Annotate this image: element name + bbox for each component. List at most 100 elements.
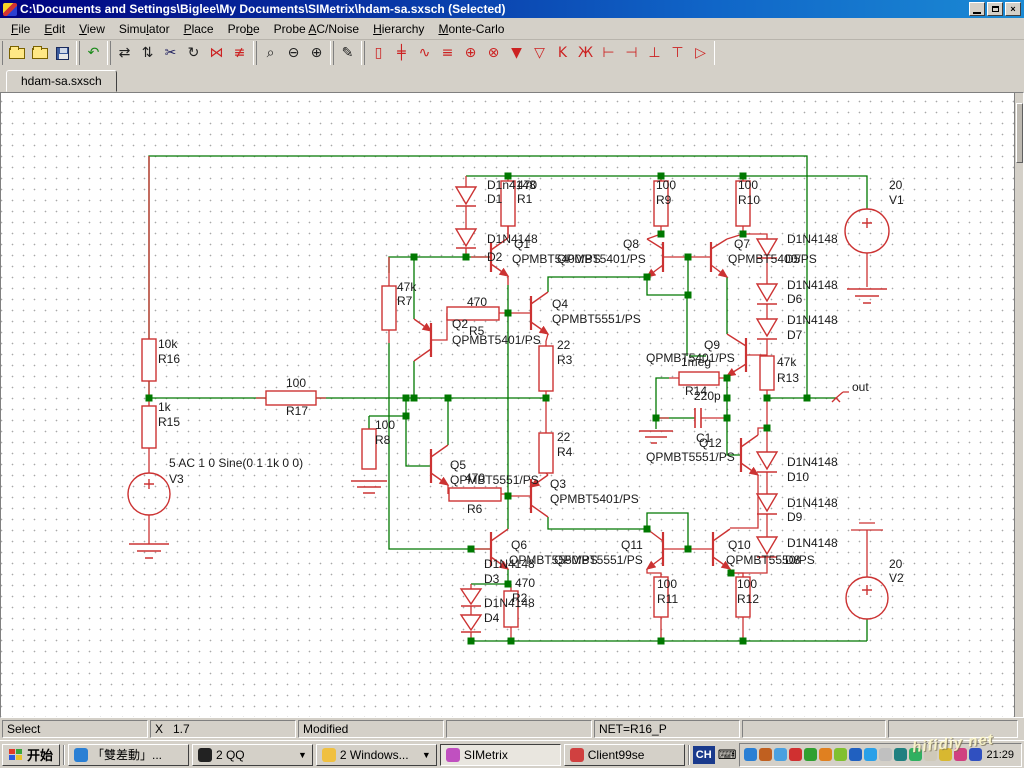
transistor-Q11[interactable]: [645, 528, 665, 570]
transistor-Q12[interactable]: [739, 434, 760, 476]
menu-hierarchy[interactable]: Hierarchy: [366, 20, 431, 38]
menu-probe-ac-noise[interactable]: Probe AC/Noise: [267, 20, 366, 38]
flip-vertical-icon[interactable]: ⇅: [136, 42, 159, 64]
schematic-label: R15: [158, 415, 180, 429]
tray-icon-1[interactable]: [759, 748, 773, 761]
mirror-icon[interactable]: ⋈: [205, 42, 228, 64]
diode-D2[interactable]: [454, 228, 478, 249]
zoom-out-icon[interactable]: ⊖: [282, 42, 305, 64]
menu-place[interactable]: Place: [177, 20, 221, 38]
close-button[interactable]: ×: [1005, 2, 1021, 16]
tray-icon-11[interactable]: [909, 748, 923, 761]
schematic-label: 100: [657, 577, 677, 591]
tray-icon-3[interactable]: [789, 748, 803, 761]
resistor-R15[interactable]: [141, 405, 157, 449]
menu-simulator[interactable]: Simulator: [112, 20, 177, 38]
transistor-Q4[interactable]: [529, 291, 550, 335]
new-file-icon[interactable]: [28, 42, 51, 64]
task-qq-dropdown-icon[interactable]: ▼: [298, 750, 307, 760]
schematic-canvas[interactable]: D1n4148 470 D1 R1 D1N4148 D2 Q1 QPMBT5400/PS Q8 Q…: [0, 92, 1024, 718]
diode-D9[interactable]: [755, 493, 779, 515]
resistor-R6[interactable]: [448, 487, 502, 502]
resistor-R4[interactable]: [538, 432, 554, 474]
transistor-Q7[interactable]: [709, 238, 729, 278]
tray-icon-8[interactable]: [864, 748, 878, 761]
flip-horizontal-icon[interactable]: ⇄: [113, 42, 136, 64]
task-qq-button[interactable]: 2 QQ ▼: [191, 743, 313, 766]
resistor-R13[interactable]: [759, 355, 775, 391]
diode-D7[interactable]: [755, 318, 779, 340]
place-pnp-icon[interactable]: Ж: [574, 42, 597, 64]
diode-D4[interactable]: [459, 614, 483, 633]
task-browser-button[interactable]: 「雙差動」...: [68, 743, 189, 766]
place-ground-icon[interactable]: ≡: [436, 42, 459, 64]
voltage-source-V1[interactable]: [844, 208, 890, 254]
tray-icon-15[interactable]: [969, 748, 983, 761]
tray-icon-5[interactable]: [819, 748, 833, 761]
language-indicator[interactable]: CH: [692, 745, 715, 764]
resistor-R3[interactable]: [538, 345, 554, 392]
place-current-source-icon[interactable]: ⊗: [482, 42, 505, 64]
capacitor-C1[interactable]: [694, 408, 702, 428]
restore-button[interactable]: [987, 2, 1003, 16]
save-file-icon[interactable]: [51, 42, 74, 64]
voltage-source-V2[interactable]: [845, 576, 889, 620]
wire-pen-icon[interactable]: ✎: [336, 42, 359, 64]
task-client99se-button[interactable]: Client99se: [563, 743, 685, 766]
tray-icon-13[interactable]: [939, 748, 953, 761]
menu-view[interactable]: View: [72, 20, 112, 38]
vertical-scrollbar[interactable]: [1014, 93, 1023, 717]
unmirror-icon[interactable]: ≢: [228, 42, 251, 64]
transistor-Q2[interactable]: [413, 318, 433, 362]
tray-icon-4[interactable]: [804, 748, 818, 761]
start-button[interactable]: 开始: [2, 743, 61, 766]
tab-schematic[interactable]: hdam-sa.sxsch: [6, 70, 117, 92]
resistor-R16[interactable]: [141, 338, 157, 382]
tray-icon-7[interactable]: [849, 748, 863, 761]
transistor-Q5[interactable]: [429, 444, 450, 486]
menu-edit[interactable]: Edit: [37, 20, 72, 38]
tray-icon-14[interactable]: [954, 748, 968, 761]
tray-icon-0[interactable]: [744, 748, 758, 761]
diode-D3[interactable]: [459, 588, 483, 607]
voltage-source-V3[interactable]: [127, 472, 171, 516]
open-file-icon[interactable]: [5, 42, 28, 64]
resistor-R17[interactable]: [265, 390, 317, 406]
diode-D1[interactable]: [454, 186, 478, 207]
tray-icon-9[interactable]: [879, 748, 893, 761]
diode-D6[interactable]: [755, 283, 779, 305]
rotate-icon[interactable]: ↻: [182, 42, 205, 64]
menu-file[interactable]: File: [4, 20, 37, 38]
place-resistor-icon[interactable]: ▯: [367, 42, 390, 64]
menu-monte-carlo[interactable]: Monte-Carlo: [431, 20, 511, 38]
place-pmos-icon[interactable]: ⊤: [666, 42, 689, 64]
transistor-Q8[interactable]: [645, 238, 665, 278]
tray-icon-2[interactable]: [774, 748, 788, 761]
tray-icon-12[interactable]: [924, 748, 938, 761]
cut-icon[interactable]: ✂: [159, 42, 182, 64]
minimize-button[interactable]: [969, 2, 985, 16]
task-windows-dropdown-icon[interactable]: ▼: [422, 750, 431, 760]
diode-D10[interactable]: [755, 451, 779, 473]
resistor-R8[interactable]: [361, 428, 377, 470]
place-nmos-icon[interactable]: ⊥: [643, 42, 666, 64]
zoom-in-icon[interactable]: ⊕: [305, 42, 328, 64]
place-zener-icon[interactable]: ▽: [528, 42, 551, 64]
place-inductor-icon[interactable]: ∿: [413, 42, 436, 64]
task-windows-button[interactable]: 2 Windows... ▼: [315, 743, 437, 766]
place-npn-icon[interactable]: K: [551, 42, 574, 64]
place-voltage-source-icon[interactable]: ⊕: [459, 42, 482, 64]
place-pjfet-icon[interactable]: ⊣: [620, 42, 643, 64]
tray-icon-6[interactable]: [834, 748, 848, 761]
menu-probe[interactable]: Probe: [221, 20, 267, 38]
keyboard-icon[interactable]: ⌨: [718, 747, 737, 763]
place-njfet-icon[interactable]: ⊢: [597, 42, 620, 64]
zoom-area-icon[interactable]: ⌕: [259, 42, 282, 64]
place-capacitor-icon[interactable]: ╪: [390, 42, 413, 64]
undo-icon[interactable]: ↶: [82, 42, 105, 64]
tray-icon-10[interactable]: [894, 748, 908, 761]
resistor-R7[interactable]: [381, 285, 397, 331]
task-simetrix-button[interactable]: SIMetrix: [439, 743, 561, 766]
place-buffer-icon[interactable]: ▷: [689, 42, 712, 64]
place-diode-icon[interactable]: ▼: [505, 42, 528, 64]
